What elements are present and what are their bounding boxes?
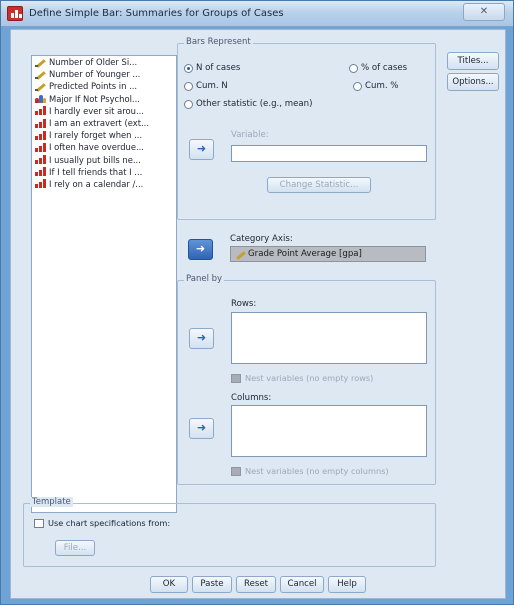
radio-label: % of cases <box>361 63 408 73</box>
radio-other-statistic[interactable]: Other statistic (e.g., mean) <box>184 99 312 109</box>
nominal-icon <box>35 94 46 104</box>
titles-button[interactable]: Titles... <box>447 52 499 70</box>
arrow-right-icon: ➜ <box>196 331 207 344</box>
move-to-rows-button[interactable]: ➜ <box>189 328 214 349</box>
radio-dot <box>349 63 358 73</box>
arrow-left-icon: ➜ <box>195 242 206 255</box>
checkbox-box <box>231 373 241 383</box>
checkbox-label: Use chart specifications from: <box>48 518 171 528</box>
bars-represent-group: Bars Represent N of cases % of cases Cum… <box>177 37 436 220</box>
help-button[interactable]: Help <box>328 576 366 593</box>
source-variable-list[interactable]: Number of Older Si... Number of Younger .… <box>31 55 177 513</box>
cancel-button[interactable]: Cancel <box>280 576 324 593</box>
list-item[interactable]: I am an extravert (ext... <box>32 117 176 129</box>
radio-label: Cum. N <box>196 81 228 91</box>
bars-represent-legend: Bars Represent <box>184 37 253 47</box>
rows-label: Rows: <box>231 299 257 309</box>
checkbox-label: Nest variables (no empty rows) <box>245 373 374 383</box>
list-item[interactable]: If I tell friends that I ... <box>32 166 176 178</box>
move-to-variable-button[interactable]: ➜ <box>189 139 214 160</box>
options-button[interactable]: Options... <box>447 73 499 91</box>
ordinal-icon <box>35 106 46 116</box>
template-group: Template Use chart specifications from: … <box>23 497 436 567</box>
dialog-client-area: Number of Older Si... Number of Younger .… <box>10 29 506 599</box>
move-to-columns-button[interactable]: ➜ <box>189 418 214 439</box>
radio-pct-of-cases[interactable]: % of cases <box>349 63 407 73</box>
variable-field[interactable] <box>231 145 427 162</box>
ordinal-icon <box>35 167 46 177</box>
file-button[interactable]: File... <box>55 540 95 556</box>
radio-dot <box>353 81 362 91</box>
close-button[interactable]: ✕ <box>463 3 505 21</box>
list-item-label: Number of Younger ... <box>49 69 141 80</box>
template-legend: Template <box>30 497 73 507</box>
paste-button[interactable]: Paste <box>192 576 232 593</box>
radio-cum-n[interactable]: Cum. N <box>184 81 228 91</box>
list-item-label: I rely on a calendar /... <box>49 178 144 189</box>
checkbox-label: Nest variables (no empty columns) <box>245 466 389 476</box>
rows-field[interactable] <box>231 312 427 364</box>
radio-dot-selected <box>184 63 193 73</box>
category-axis-field[interactable]: Grade Point Average [gpa] <box>230 246 426 262</box>
list-item[interactable]: I rely on a calendar /... <box>32 178 176 190</box>
radio-cum-pct[interactable]: Cum. % <box>353 81 398 91</box>
ok-button[interactable]: OK <box>150 576 188 593</box>
ordinal-icon <box>35 142 46 152</box>
list-item-label: I often have overdue... <box>49 142 144 153</box>
chart-builder-icon <box>7 6 23 21</box>
arrow-right-icon: ➜ <box>196 142 207 155</box>
radio-label: N of cases <box>196 63 241 73</box>
radio-label: Cum. % <box>365 81 399 91</box>
category-axis-label: Category Axis: <box>230 234 293 244</box>
use-chart-spec-checkbox[interactable]: Use chart specifications from: <box>34 518 170 528</box>
checkbox-box <box>231 466 241 476</box>
list-item[interactable]: I rarely forget when ... <box>32 129 176 141</box>
window-title: Define Simple Bar: Summaries for Groups … <box>29 8 284 19</box>
ordinal-icon <box>35 155 46 165</box>
list-item[interactable]: Number of Older Si... <box>32 56 176 68</box>
nest-columns-checkbox[interactable]: Nest variables (no empty columns) <box>231 466 389 476</box>
list-item-label: Predicted Points in ... <box>49 81 138 92</box>
ordinal-icon <box>35 118 46 128</box>
scale-icon <box>35 58 46 67</box>
dialog-window: Define Simple Bar: Summaries for Groups … <box>0 0 514 605</box>
list-item-label: I hardly ever sit arou... <box>49 105 144 116</box>
list-item[interactable]: I usually put bills ne... <box>32 154 176 166</box>
title-bar[interactable]: Define Simple Bar: Summaries for Groups … <box>1 1 513 27</box>
radio-label: Other statistic (e.g., mean) <box>196 99 313 109</box>
list-item-label: I usually put bills ne... <box>49 154 141 165</box>
move-category-axis-button[interactable]: ➜ <box>188 239 213 260</box>
panel-by-legend: Panel by <box>184 274 225 284</box>
list-item-label: If I tell friends that I ... <box>49 166 143 177</box>
change-statistic-button[interactable]: Change Statistic... <box>267 177 371 193</box>
list-item-label: I am an extravert (ext... <box>49 118 150 129</box>
scale-icon <box>235 250 245 259</box>
radio-n-of-cases[interactable]: N of cases <box>184 63 240 73</box>
list-item-label: I rarely forget when ... <box>49 130 143 141</box>
list-item-label: Major If Not Psychol... <box>49 93 140 104</box>
radio-dot <box>184 99 193 109</box>
scale-icon <box>35 82 46 91</box>
variable-label: Variable: <box>231 130 269 140</box>
reset-button[interactable]: Reset <box>236 576 276 593</box>
scale-icon <box>35 70 46 79</box>
columns-label: Columns: <box>231 393 272 403</box>
ordinal-icon <box>35 179 46 189</box>
category-axis-value: Grade Point Average [gpa] <box>248 249 362 259</box>
panel-by-group: Panel by ➜ Rows: Nest variables (no empt… <box>177 274 436 485</box>
list-item[interactable]: Number of Younger ... <box>32 68 176 80</box>
list-item[interactable]: I hardly ever sit arou... <box>32 105 176 117</box>
list-item[interactable]: I often have overdue... <box>32 141 176 153</box>
radio-dot <box>184 81 193 91</box>
list-item[interactable]: Predicted Points in ... <box>32 80 176 92</box>
arrow-right-icon: ➜ <box>196 421 207 434</box>
list-item-label: Number of Older Si... <box>49 57 138 68</box>
columns-field[interactable] <box>231 405 427 457</box>
ordinal-icon <box>35 130 46 140</box>
list-item[interactable]: Major If Not Psychol... <box>32 93 176 105</box>
checkbox-box <box>34 518 44 528</box>
nest-rows-checkbox[interactable]: Nest variables (no empty rows) <box>231 373 373 383</box>
